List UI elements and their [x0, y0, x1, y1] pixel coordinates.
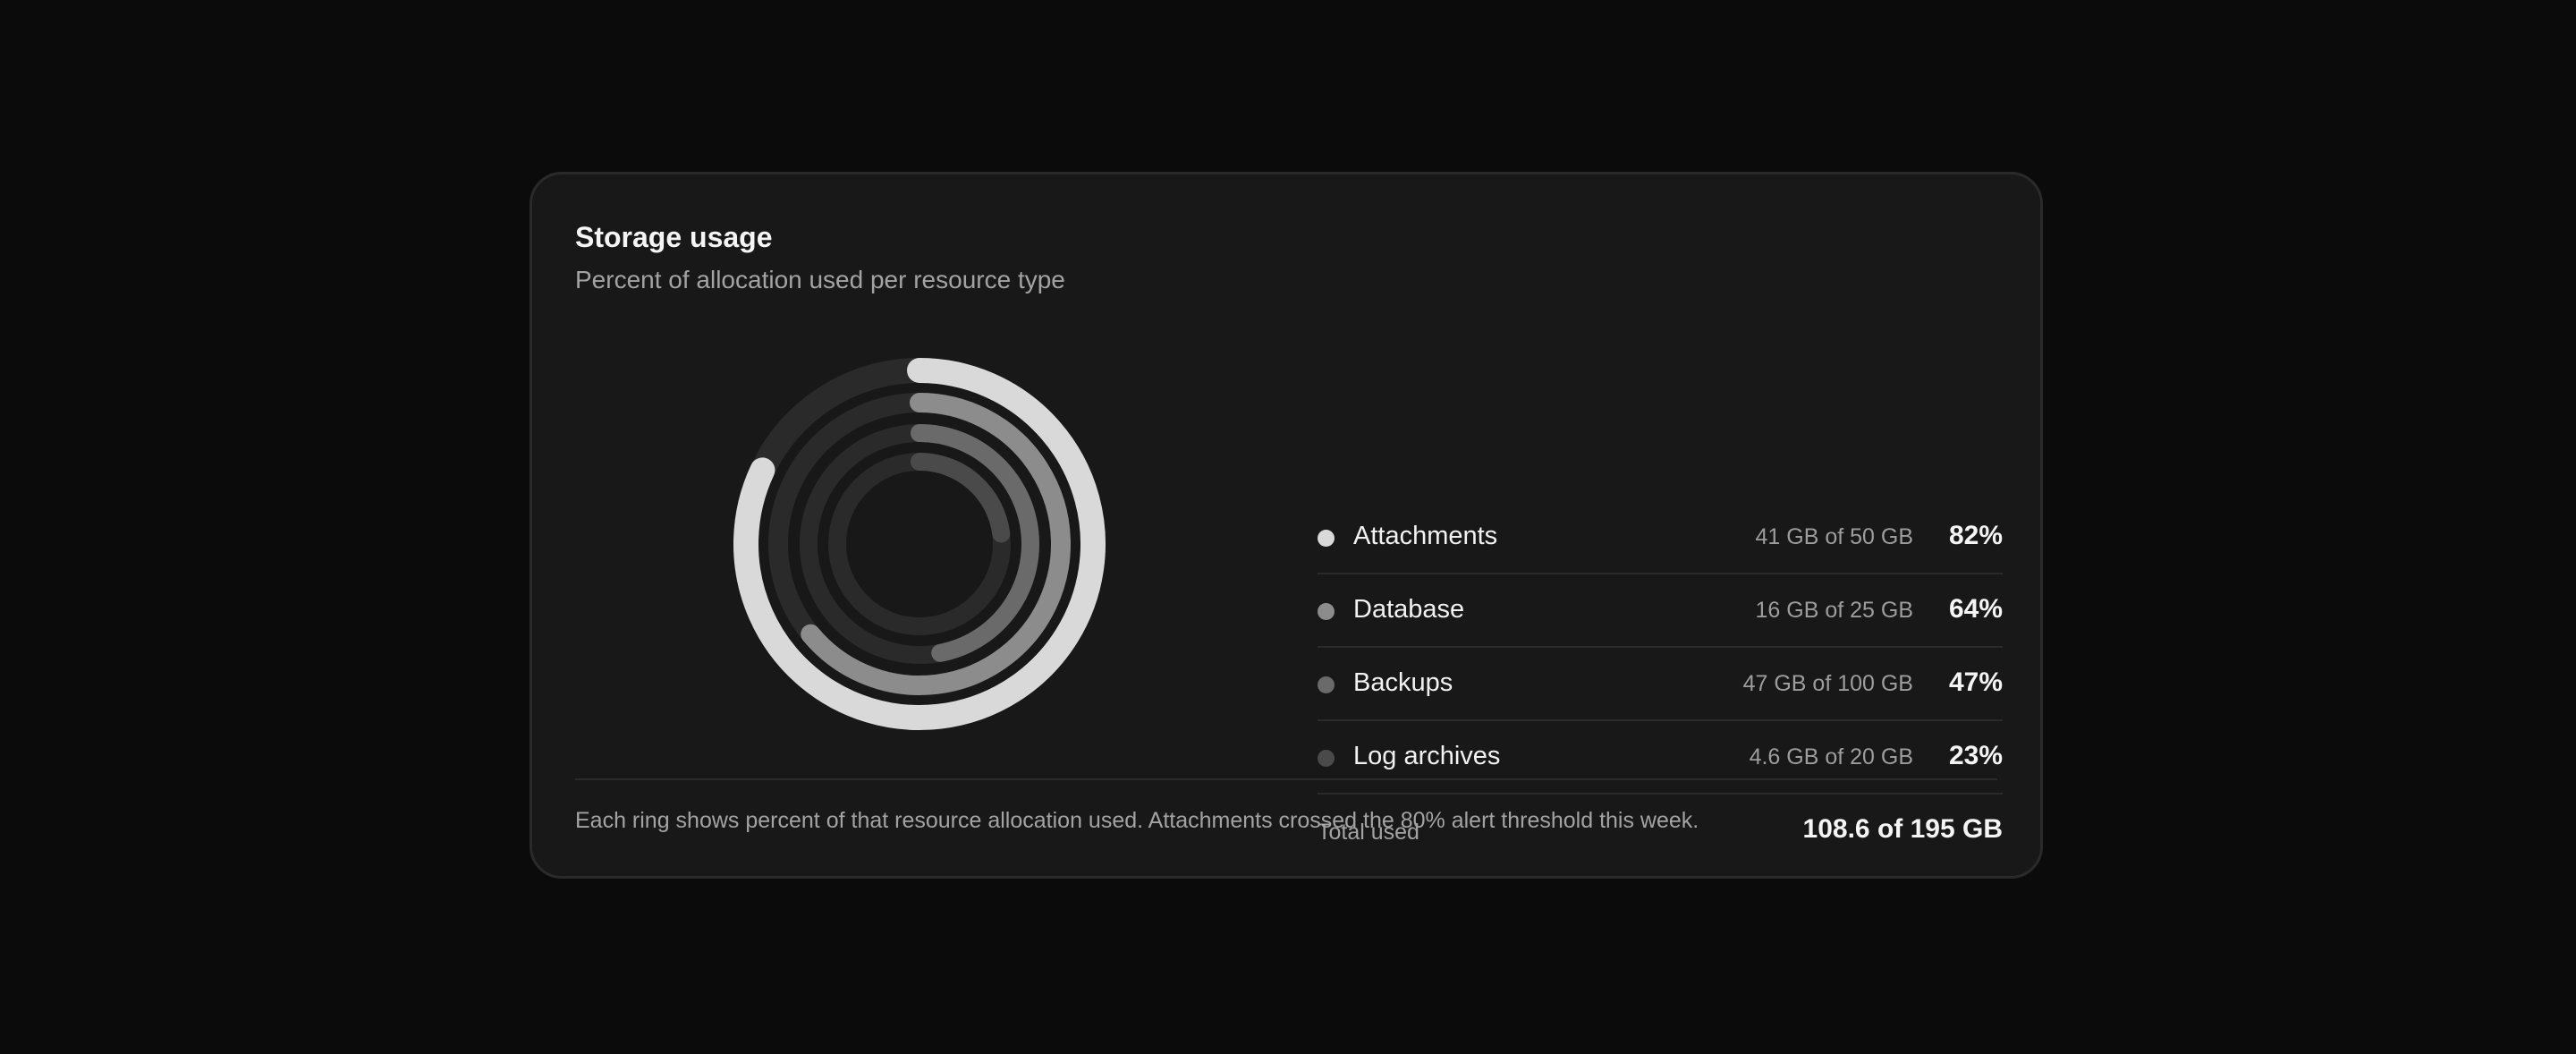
footer-divider	[575, 778, 1997, 780]
footnote: Each ring shows percent of that resource…	[575, 808, 1699, 833]
legend-percent: 82%	[1948, 521, 2003, 550]
legend-row-database: Database 16 GB of 25 GB 64%	[1318, 574, 2003, 648]
legend-label: Database	[1353, 595, 1465, 624]
legend-percent: 47%	[1948, 667, 2003, 697]
storage-usage-card: Storage usage Percent of allocation used…	[530, 172, 2043, 879]
legend-detail: 47 GB of 100 GB	[1742, 671, 1913, 696]
radial-chart	[729, 353, 1110, 735]
legend-label: Attachments	[1353, 522, 1498, 550]
legend-detail: 41 GB of 50 GB	[1755, 524, 1914, 549]
legend-detail: 4.6 GB of 20 GB	[1749, 744, 1913, 769]
legend-dot-icon	[1318, 676, 1335, 693]
card-subtitle: Percent of allocation used per resource …	[575, 266, 1065, 293]
legend-dot-icon	[1318, 603, 1335, 620]
legend-detail: 16 GB of 25 GB	[1755, 598, 1914, 623]
legend-percent: 64%	[1948, 594, 2003, 624]
legend-dot-icon	[1318, 530, 1335, 547]
legend-row-log-archives: Log archives 4.6 GB of 20 GB 23%	[1318, 721, 2003, 795]
legend-percent: 23%	[1948, 741, 2003, 770]
legend-label: Backups	[1353, 668, 1453, 697]
total-value: 108.6 of 195 GB	[1802, 814, 2003, 844]
radial-chart-svg	[733, 358, 1106, 730]
card-title: Storage usage	[575, 221, 773, 253]
legend-row-attachments: Attachments 41 GB of 50 GB 82%	[1318, 501, 2003, 574]
ring-arc-log-archives[interactable]	[911, 453, 1011, 543]
legend-label: Log archives	[1353, 742, 1501, 770]
legend-dot-icon	[1318, 750, 1335, 767]
legend-row-backups: Backups 47 GB of 100 GB 47%	[1318, 648, 2003, 721]
